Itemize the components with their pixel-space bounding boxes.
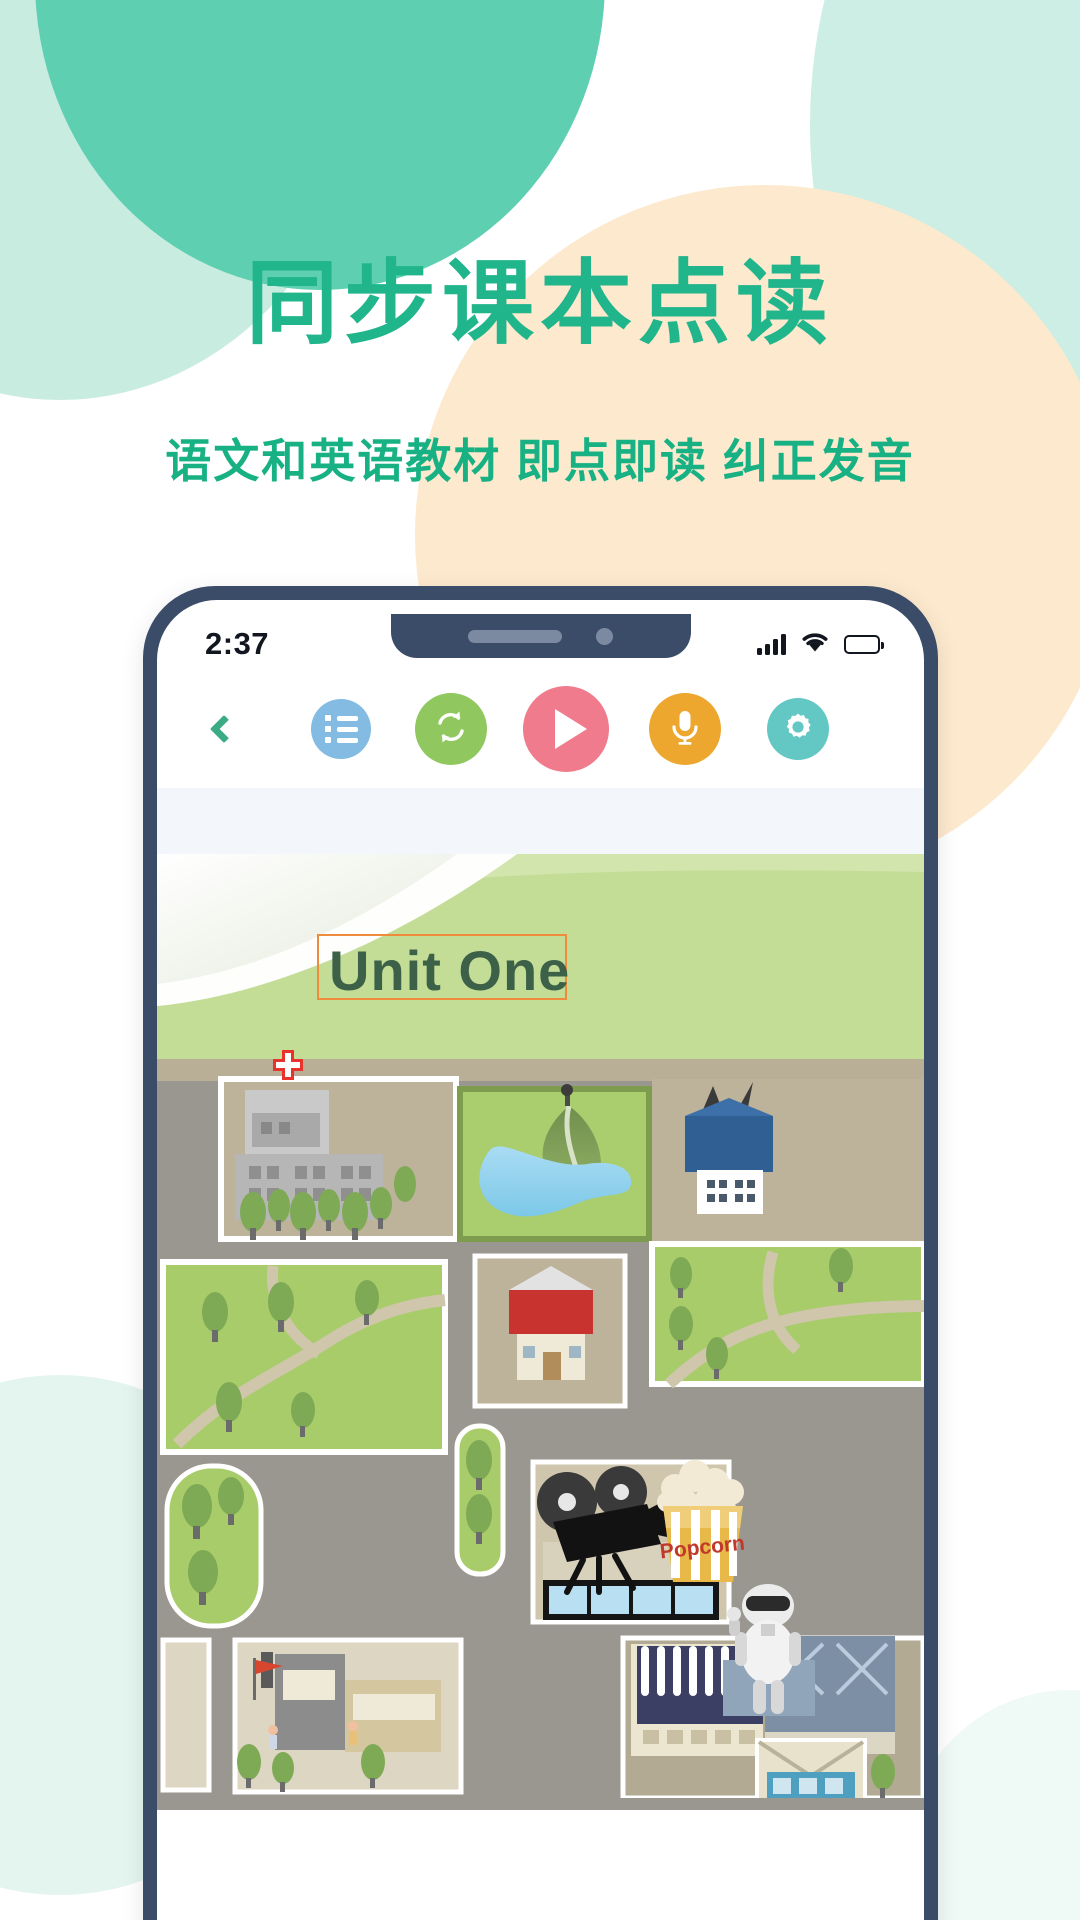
notch-camera-icon <box>596 627 613 645</box>
play-icon <box>555 709 587 749</box>
unit-title: Unit One <box>329 939 571 1002</box>
play-button[interactable] <box>523 686 609 772</box>
record-button[interactable] <box>649 693 721 765</box>
reader-toolbar <box>157 670 924 788</box>
signal-bars-icon <box>757 633 786 655</box>
page-subtitle: 语文和英语教材 即点即读 纠正发音 <box>165 435 915 487</box>
gear-icon <box>780 709 816 750</box>
status-time: 2:37 <box>205 626 270 661</box>
list-icon <box>324 715 358 743</box>
status-icons <box>757 630 884 658</box>
phone-notch <box>390 614 691 658</box>
wifi-icon <box>800 630 830 658</box>
reader-subbar <box>157 788 924 854</box>
repeat-button[interactable] <box>415 693 487 765</box>
phone-mockup-frame: 2:37 Popcorn Unit One <box>143 586 938 1920</box>
microphone-icon <box>665 706 705 753</box>
phone-screen: 2:37 Popcorn Unit One <box>157 600 924 1920</box>
chevron-left-icon <box>209 714 239 744</box>
battery-icon <box>844 634 884 654</box>
repeat-sync-icon <box>430 706 472 753</box>
contents-list-button[interactable] <box>311 699 371 759</box>
book-page-illustration[interactable]: Popcorn Unit One <box>157 854 924 1920</box>
back-button[interactable] <box>193 714 255 744</box>
settings-button[interactable] <box>767 698 829 760</box>
page-title: 同步课本点读 <box>245 253 834 355</box>
promo-screenshot: 同步课本点读 语文和英语教材 即点即读 纠正发音 2:37 Popcorn Un… <box>0 0 1080 1920</box>
notch-speaker <box>468 629 562 643</box>
